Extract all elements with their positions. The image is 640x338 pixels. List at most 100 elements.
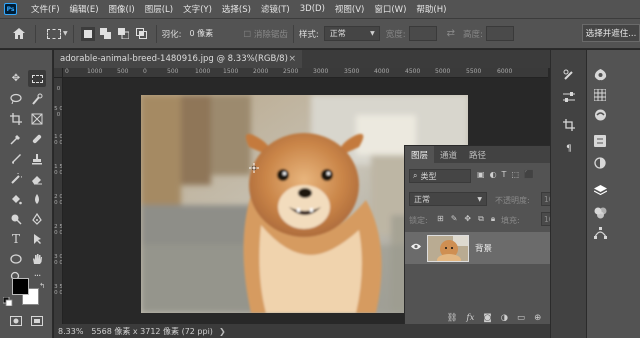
rectangular-marquee-tool-icon[interactable] (28, 70, 46, 87)
zoom-level[interactable]: 8.33% (58, 327, 83, 336)
tab-channels[interactable]: 通道 (434, 146, 463, 163)
status-menu-arrow-icon[interactable]: ❯ (219, 327, 226, 336)
height-label: 高度: (462, 29, 483, 40)
document-tab-title: adorable-animal-breed-1480916.jpg @ 8.33… (60, 54, 288, 64)
new-adjustment-layer-icon[interactable]: ◑ (501, 313, 508, 323)
document-tab[interactable]: adorable-animal-breed-1480916.jpg @ 8.33… (54, 50, 302, 68)
style-select[interactable]: 正常 ▼ (323, 26, 380, 41)
link-layers-icon[interactable]: ⛓ (447, 313, 458, 323)
crop-tool-icon[interactable] (7, 110, 25, 127)
feather-input[interactable]: 0 像素 (186, 26, 234, 41)
menu-layer[interactable]: 图层(L) (145, 3, 173, 15)
smart-object-filter-icon[interactable]: ⬛ (524, 170, 534, 179)
ruler-corner[interactable] (54, 68, 63, 78)
new-layer-icon[interactable]: ⊕ (534, 313, 541, 323)
dodge-tool-icon[interactable] (7, 210, 25, 227)
path-selection-tool-icon[interactable] (28, 230, 46, 247)
clone-stamp-tool-icon[interactable] (28, 150, 46, 167)
width-input[interactable] (408, 26, 437, 41)
eraser-tool-icon[interactable] (28, 170, 46, 187)
menu-filter[interactable]: 滤镜(T) (261, 3, 290, 15)
home-icon[interactable] (8, 23, 30, 45)
layer-row[interactable]: 背景 (405, 232, 571, 264)
paragraph-panel-icon[interactable]: ¶ (561, 142, 577, 156)
menu-3d[interactable]: 3D(D) (300, 4, 325, 14)
paths-panel-icon[interactable] (592, 226, 608, 240)
lock-image-pixels-icon[interactable]: ✎ (451, 214, 458, 224)
menu-window[interactable]: 窗口(W) (374, 3, 406, 15)
layers-panel-icon[interactable] (592, 184, 608, 198)
brush-tool-icon[interactable] (7, 150, 25, 167)
history-brush-panel-icon[interactable] (561, 68, 577, 82)
pen-tool-icon[interactable] (28, 210, 46, 227)
default-colors-icon[interactable] (2, 296, 14, 306)
adjustment-layer-filter-icon[interactable]: ◐ (490, 170, 497, 179)
properties-panel-icon[interactable] (592, 134, 608, 148)
foreground-color-swatch[interactable] (12, 278, 29, 295)
lasso-tool-icon[interactable] (7, 90, 25, 107)
lock-artboard-icon[interactable]: ⧉ (478, 214, 484, 224)
screen-mode-icon[interactable] (28, 312, 46, 329)
paint-bucket-tool-icon[interactable] (7, 190, 25, 207)
crop-panel-icon[interactable] (561, 118, 577, 132)
close-icon[interactable]: × (288, 54, 296, 64)
layer-name[interactable]: 背景 (475, 242, 492, 254)
rectangular-marquee-preset-icon[interactable] (47, 28, 61, 39)
menu-file[interactable]: 文件(F) (31, 3, 60, 15)
menu-image[interactable]: 图像(I) (109, 3, 135, 15)
pixel-layer-filter-icon[interactable]: ▣ (477, 170, 485, 179)
subtract-from-selection-button[interactable] (117, 27, 131, 41)
tools-panel: ✥ T ··· ↰ (0, 50, 53, 338)
eye-icon[interactable] (411, 243, 421, 253)
layers-panel: 图层 通道 路径 ≡ ⌕ 类型 ▣ ◐ T ⬚ ⬛ 正常 ▼ 不透明度: 100… (404, 145, 571, 328)
ruler-label: 1 0 0 0 (54, 134, 63, 146)
hand-tool-icon[interactable] (28, 250, 46, 267)
menu-type[interactable]: 文字(Y) (183, 3, 212, 15)
adjustments-sliders-icon[interactable] (561, 90, 577, 104)
ellipse-tool-icon[interactable] (7, 250, 25, 267)
spot-healing-brush-tool-icon[interactable] (28, 130, 46, 147)
swap-dimensions-icon[interactable]: ⇄ (447, 28, 455, 39)
tab-paths[interactable]: 路径 (463, 146, 492, 163)
type-layer-filter-icon[interactable]: T (502, 170, 507, 179)
type-tool-icon[interactable]: T (7, 230, 25, 247)
swatches-panel-icon[interactable] (592, 88, 608, 102)
color-panel-icon[interactable] (592, 68, 608, 82)
history-brush-tool-icon[interactable] (7, 170, 25, 187)
shape-layer-filter-icon[interactable]: ⬚ (511, 170, 519, 179)
channels-panel-icon[interactable] (592, 206, 608, 220)
menu-help[interactable]: 帮助(H) (416, 3, 446, 15)
ruler-label: 1500 (223, 68, 239, 75)
select-and-mask-button[interactable]: 选择并遮住... (582, 24, 640, 42)
swap-colors-icon[interactable]: ↰ (33, 277, 51, 294)
lock-position-icon[interactable]: ✥ (464, 214, 471, 224)
tab-layers[interactable]: 图层 (405, 146, 435, 163)
new-group-icon[interactable]: ▭ (517, 313, 525, 323)
eyedropper-tool-icon[interactable] (7, 130, 25, 147)
blur-tool-icon[interactable] (28, 190, 46, 207)
blend-mode-select[interactable]: 正常 ▼ (409, 192, 487, 206)
layer-style-icon[interactable]: fx (466, 313, 474, 323)
vertical-ruler[interactable]: 0 5 0 0 1 0 0 0 1 5 0 0 2 0 0 0 2 5 0 0 … (54, 78, 63, 324)
add-to-selection-button[interactable] (99, 27, 113, 41)
layer-filter-kind-select[interactable]: ⌕ 类型 (409, 169, 471, 183)
chevron-down-icon[interactable]: ▼ (63, 30, 68, 37)
move-tool-icon[interactable]: ✥ (7, 70, 25, 87)
horizontal-ruler[interactable]: 0 1000 500 0 500 1000 1500 2000 2500 300… (63, 68, 548, 78)
quick-mask-icon[interactable] (7, 312, 25, 329)
intersect-selection-button[interactable] (135, 27, 149, 41)
height-input[interactable] (485, 26, 514, 41)
frame-tool-icon[interactable] (28, 110, 46, 127)
antialias-checkbox[interactable]: ☐ 消除锯齿 (244, 28, 288, 40)
menu-select[interactable]: 选择(S) (222, 3, 251, 15)
menu-edit[interactable]: 编辑(E) (70, 3, 99, 15)
add-mask-icon[interactable]: ◙ (483, 313, 491, 323)
blend-mode-value: 正常 (414, 194, 430, 204)
menu-view[interactable]: 视图(V) (335, 3, 364, 15)
adjustments-panel-icon[interactable] (592, 156, 608, 170)
lock-all-icon[interactable]: 🔒︎ (491, 214, 495, 224)
lock-transparent-pixels-icon[interactable]: ⊞ (437, 214, 444, 224)
quick-selection-tool-icon[interactable] (28, 90, 46, 107)
new-selection-button[interactable] (80, 26, 95, 41)
libraries-panel-icon[interactable] (592, 108, 608, 122)
